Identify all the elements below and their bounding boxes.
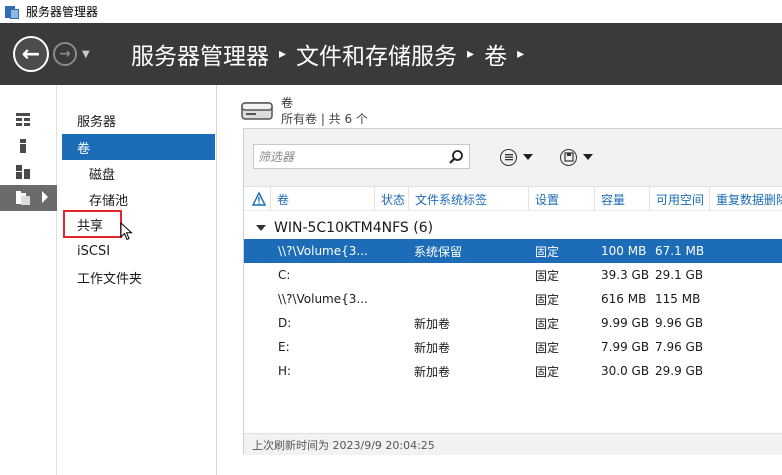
sidebar-item-volumes[interactable]: 卷 <box>62 134 215 160</box>
filter-placeholder: 筛选器 <box>258 150 295 164</box>
highlight-box <box>63 210 122 238</box>
expand-arrow-icon <box>42 191 48 203</box>
cell-volume: \\?\Volume{3... <box>278 244 368 258</box>
cell-setting: 固定 <box>535 340 560 355</box>
breadcrumb-item-file-storage[interactable]: 文件和存储服务 <box>296 37 457 71</box>
cell-free-space: 67.1 MB <box>655 244 705 258</box>
column-status[interactable]: 状态 <box>374 187 412 211</box>
cell-setting: 固定 <box>535 268 560 283</box>
table-row[interactable]: E: 新加卷 固定 7.99 GB 7.96 GB <box>244 335 782 359</box>
back-arrow-icon[interactable]: ← <box>13 36 49 72</box>
cell-fs-label: 新加卷 <box>414 340 451 355</box>
cell-fs-label: 系统保留 <box>414 244 463 259</box>
cell-capacity: 100 MB <box>601 244 647 258</box>
chevron-down-icon <box>583 154 593 160</box>
collapse-triangle-icon[interactable] <box>256 225 266 231</box>
filter-input[interactable]: 筛选器 <box>253 144 470 169</box>
section-subtitle: 所有卷 | 共 6 个 <box>281 112 368 126</box>
cell-free-space: 7.96 GB <box>655 340 704 354</box>
sidebar-item-iscsi[interactable]: iSCSI <box>62 238 215 264</box>
breadcrumb-item-volumes[interactable]: 卷 <box>484 37 507 71</box>
cell-capacity: 7.99 GB <box>601 340 650 354</box>
file-storage-rail-item[interactable] <box>0 185 57 211</box>
cell-volume: C: <box>278 268 291 282</box>
column-fs-label[interactable]: 文件系统标签 <box>408 187 528 211</box>
cell-volume: D: <box>278 316 292 330</box>
table-header: 卷 状态 文件系统标签 设置 容量 可用空间 重复数据删除 <box>244 187 782 211</box>
window-title: 服务器管理器 <box>26 5 99 19</box>
sub-navigation: 服务器 卷 磁盘 存储池 共享 iSCSI 工作文件夹 <box>57 85 217 475</box>
list-icon <box>500 148 517 166</box>
table-row[interactable]: \\?\Volume{3... 系统保留 固定 100 MB 67.1 MB <box>244 239 782 263</box>
cell-setting: 固定 <box>535 244 560 259</box>
volumes-panel: 筛选器 卷 状态 文件系统标签 设置 容量 可用空间 重复数据删除 WIN-5C… <box>243 128 782 455</box>
sidebar-item-work-folders[interactable]: 工作文件夹 <box>62 264 215 290</box>
column-volume[interactable]: 卷 <box>270 187 374 211</box>
servers-icon <box>16 165 30 179</box>
warning-icon[interactable] <box>252 191 266 207</box>
mouse-cursor-icon <box>120 222 133 241</box>
cell-fs-label: 新加卷 <box>414 316 451 331</box>
breadcrumb-item-server-manager[interactable]: 服务器管理器 <box>131 37 269 71</box>
save-icon <box>560 148 577 166</box>
forward-arrow-icon[interactable]: → <box>53 42 77 66</box>
column-capacity[interactable]: 容量 <box>594 187 649 211</box>
dashboard-rail-item[interactable] <box>0 107 57 133</box>
cell-volume: H: <box>278 364 292 378</box>
cell-fs-label <box>414 263 524 287</box>
cell-capacity: 30.0 GB <box>601 364 650 378</box>
cell-capacity: 39.3 GB <box>601 268 650 282</box>
chevron-right-icon: ▸ <box>279 46 287 62</box>
cell-free-space: 115 MB <box>655 292 701 306</box>
column-setting[interactable]: 设置 <box>528 187 594 211</box>
table-row[interactable]: D: 新加卷 固定 9.99 GB 9.96 GB <box>244 311 782 335</box>
cell-free-space: 29.9 GB <box>655 364 704 378</box>
cell-fs-label: 新加卷 <box>414 364 451 379</box>
sidebar-item-servers[interactable]: 服务器 <box>62 107 215 133</box>
cell-free-space: 29.1 GB <box>655 268 704 282</box>
table-row[interactable]: \\?\Volume{3... 固定 616 MB 115 MB <box>244 287 782 311</box>
local-server-rail-item[interactable] <box>0 133 57 159</box>
sidebar-item-disks[interactable]: 磁盘 <box>62 160 215 186</box>
dashboard-icon <box>16 113 30 126</box>
server-manager-icon <box>4 4 20 20</box>
sidebar-item-storage-pools[interactable]: 存储池 <box>62 186 215 212</box>
cell-volume: \\?\Volume{3... <box>278 292 368 306</box>
column-free-space[interactable]: 可用空间 <box>649 187 709 211</box>
title-bar: 服务器管理器 <box>0 0 782 23</box>
search-icon[interactable] <box>448 149 464 165</box>
cell-setting: 固定 <box>535 316 560 331</box>
chevron-right-icon: ▸ <box>467 46 475 62</box>
cell-setting: 固定 <box>535 292 560 307</box>
table-row[interactable]: C: 固定 39.3 GB 29.1 GB <box>244 263 782 287</box>
cell-setting: 固定 <box>535 364 560 379</box>
filter-toolbar: 筛选器 <box>244 129 782 187</box>
section-title: 卷 <box>281 96 294 110</box>
chevron-down-icon <box>523 154 533 160</box>
chevron-right-icon[interactable]: ▸ <box>517 46 524 62</box>
server-group-row[interactable]: WIN-5C10KTM4NFS (6) <box>244 217 782 239</box>
view-options-button[interactable] <box>500 146 533 168</box>
all-servers-rail-item[interactable] <box>0 159 57 185</box>
column-dedup[interactable]: 重复数据删除 <box>709 187 782 211</box>
server-group-label: WIN-5C10KTM4NFS (6) <box>274 220 434 236</box>
cell-free-space: 9.96 GB <box>655 316 704 330</box>
volume-icon <box>241 102 273 120</box>
file-storage-icon <box>16 191 30 205</box>
header-bar: ← → ▼ 服务器管理器 ▸ 文件和存储服务 ▸ 卷 ▸ <box>0 23 782 85</box>
save-query-button[interactable] <box>560 146 593 168</box>
breadcrumb: 服务器管理器 ▸ 文件和存储服务 ▸ 卷 ▸ <box>131 23 534 85</box>
cell-fs-label <box>414 287 524 311</box>
last-refresh-status: 上次刷新时间为 2023/9/9 20:04:25 <box>244 433 782 455</box>
cell-capacity: 9.99 GB <box>601 316 650 330</box>
cell-volume: E: <box>278 340 290 354</box>
main-content: 卷 所有卷 | 共 6 个 筛选器 卷 状态 文件系统标签 设置 容量 可用空间… <box>217 85 782 475</box>
server-icon <box>20 139 26 153</box>
icon-rail <box>0 85 57 475</box>
table-row[interactable]: H: 新加卷 固定 30.0 GB 29.9 GB <box>244 359 782 383</box>
cell-capacity: 616 MB <box>601 292 647 306</box>
history-dropdown-icon[interactable]: ▼ <box>82 49 90 60</box>
